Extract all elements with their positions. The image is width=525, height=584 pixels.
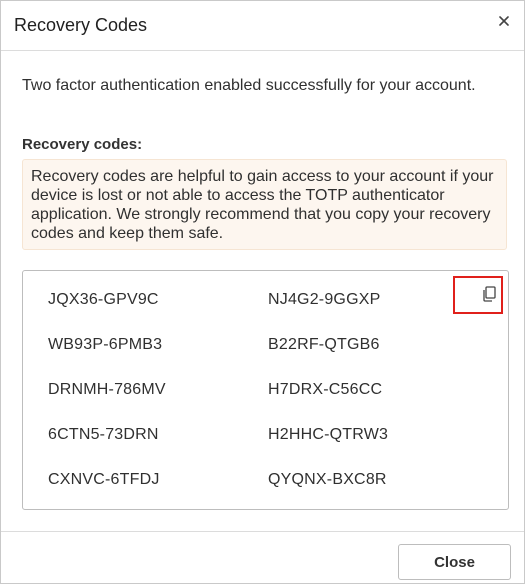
recovery-code: NJ4G2-9GGXP <box>268 291 381 308</box>
recovery-code: JQX36-GPV9C <box>48 291 159 308</box>
copy-codes-button[interactable] <box>453 276 503 314</box>
recovery-codes-label: Recovery codes: <box>22 136 143 153</box>
recovery-codes-dialog: Recovery Codes Two factor authentication… <box>0 0 525 584</box>
recovery-code: DRNMH-786MV <box>48 381 166 398</box>
close-button[interactable]: Close <box>398 544 511 580</box>
dialog-footer: Close <box>1 531 524 583</box>
recovery-code: 6CTN5-73DRN <box>48 426 159 443</box>
recovery-codes-box: JQX36-GPV9C NJ4G2-9GGXP WB93P-6PMB3 B22R… <box>22 270 509 510</box>
recovery-code: B22RF-QTGB6 <box>268 336 380 353</box>
dialog-title: Recovery Codes <box>14 15 148 35</box>
recovery-code: H7DRX-C56CC <box>268 381 383 398</box>
recovery-code: CXNVC-6TFDJ <box>48 471 160 488</box>
close-icon[interactable] <box>495 12 513 30</box>
copy-icon <box>482 286 496 302</box>
success-message: Two factor authentication enabled succes… <box>22 77 476 94</box>
recovery-code: H2HHC-QTRW3 <box>268 426 389 443</box>
recovery-code: QYQNX-BXC8R <box>268 471 387 488</box>
recovery-code: WB93P-6PMB3 <box>48 336 163 353</box>
dialog-header: Recovery Codes <box>1 1 524 51</box>
recovery-codes-notice: Recovery codes are helpful to gain acces… <box>22 159 507 250</box>
